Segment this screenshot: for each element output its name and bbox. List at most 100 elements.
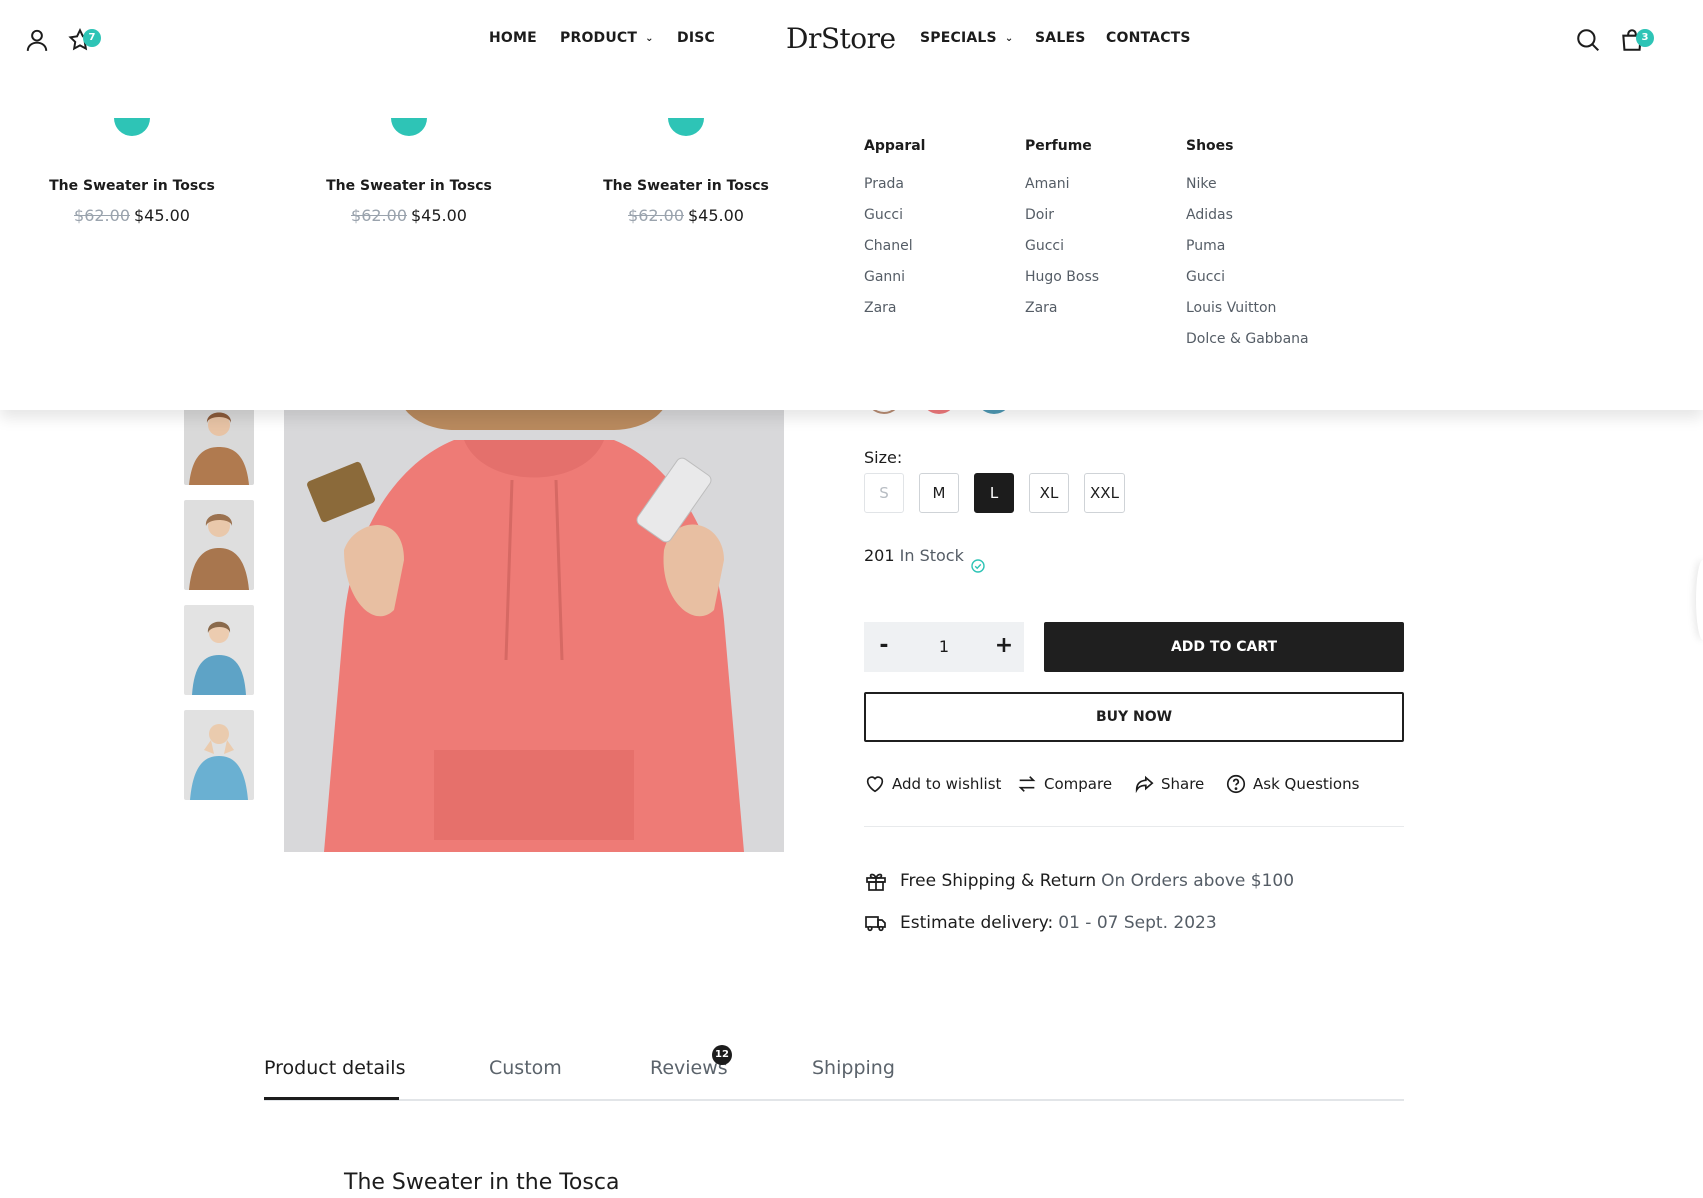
tabs-baseline (264, 1099, 1404, 1101)
compare-label: Compare (1044, 775, 1113, 793)
stock-status: 201 In Stock (864, 546, 964, 565)
tab-custom[interactable]: Custom (489, 1057, 562, 1079)
mega-column-heading: Perfume (1025, 138, 1092, 154)
product-thumbnail-edge (391, 118, 427, 136)
quantity-increase-button[interactable]: + (984, 622, 1024, 672)
ask-questions-label: Ask Questions (1253, 775, 1360, 793)
current-price: $45.00 (411, 206, 467, 225)
site-logo[interactable]: DrStore (786, 22, 896, 55)
product-thumbnail-edge (114, 118, 150, 136)
ask-questions-link[interactable]: Ask Questions (1225, 772, 1359, 796)
estimate-delivery-dates: 01 - 07 Sept. 2023 (1058, 913, 1217, 933)
tab-product-details[interactable]: Product details (264, 1057, 405, 1079)
mega-column-heading: Shoes (1186, 138, 1234, 154)
thumbnail-image (184, 710, 254, 800)
quantity-value[interactable]: 1 (904, 622, 984, 672)
truck-icon (865, 916, 886, 932)
mega-link[interactable]: Amani (1025, 174, 1099, 205)
search-icon[interactable] (1575, 27, 1601, 53)
nav-home[interactable]: HOME (489, 30, 537, 46)
user-icon[interactable] (24, 27, 50, 53)
site-header: 7 HOME PRODUCT ⌄ DISC DrStore SPECIALS ⌄ S… (0, 0, 1703, 78)
mega-product-price: $62.00 $45.00 (566, 206, 806, 225)
tab-shipping[interactable]: Shipping (812, 1057, 895, 1079)
question-circle-icon (1226, 774, 1246, 794)
mega-link[interactable]: Puma (1186, 236, 1309, 267)
wishlist-label: Add to wishlist (892, 775, 1002, 793)
mega-product-title[interactable]: The Sweater in Toscs (566, 178, 806, 194)
nav-specials-label: SPECIALS (920, 30, 997, 46)
free-shipping-label: Free Shipping & Return (900, 871, 1097, 891)
product-details-heading: The Sweater in the Tosca (344, 1170, 620, 1195)
mega-link[interactable]: Adidas (1186, 205, 1309, 236)
check-circle-icon (971, 559, 985, 573)
chevron-down-icon: ⌄ (1004, 33, 1014, 44)
wishlist-count-badge: 7 (83, 29, 101, 47)
mega-link[interactable]: Prada (864, 174, 925, 205)
mega-link[interactable]: Hugo Boss (1025, 267, 1099, 298)
buy-now-button[interactable]: BUY NOW (864, 692, 1404, 742)
heart-icon (866, 776, 884, 793)
nav-specials[interactable]: SPECIALS ⌄ (920, 30, 1013, 46)
chevron-down-icon: ⌄ (645, 33, 654, 44)
mega-link[interactable]: Zara (864, 298, 925, 329)
mega-link[interactable]: Gucci (1186, 267, 1309, 298)
mega-link[interactable]: Gucci (864, 205, 925, 236)
mega-link[interactable]: Doir (1025, 205, 1099, 236)
mega-column-heading: Apparal (864, 138, 926, 154)
quantity-decrease-button[interactable]: - (864, 622, 904, 672)
mega-link[interactable]: Louis Vuitton (1186, 298, 1309, 329)
size-option-l[interactable]: L (974, 473, 1014, 513)
share-label: Share (1161, 775, 1205, 793)
nav-product-label: PRODUCT (560, 30, 638, 46)
old-price: $62.00 (628, 206, 684, 225)
product-thumbnail-edge (668, 118, 704, 136)
mega-link[interactable]: Chanel (864, 236, 925, 267)
mega-link[interactable]: Nike (1186, 174, 1309, 205)
reviews-count-badge: 12 (712, 1045, 732, 1065)
old-price: $62.00 (74, 206, 130, 225)
product-thumbnail[interactable] (184, 605, 254, 695)
mega-link[interactable]: Dolce & Gabbana (1186, 329, 1309, 360)
divider (864, 826, 1404, 827)
product-thumbnail[interactable] (184, 710, 254, 800)
mega-product-price: $62.00 $45.00 (289, 206, 529, 225)
mega-link[interactable]: Zara (1025, 298, 1099, 329)
floating-widget-edge (1696, 560, 1703, 640)
size-option-m[interactable]: M (919, 473, 959, 513)
free-shipping-note: On Orders above $100 (1101, 871, 1295, 891)
mega-link[interactable]: Gucci (1025, 236, 1099, 267)
size-option-xxl[interactable]: XXL (1084, 473, 1125, 513)
thumbnail-image (184, 500, 254, 590)
mega-product-title[interactable]: The Sweater in Toscs (289, 178, 529, 194)
product-photo (284, 370, 784, 852)
size-option-xl[interactable]: XL (1029, 473, 1069, 513)
share-icon (1135, 775, 1154, 794)
nav-contacts[interactable]: CONTACTS (1106, 30, 1191, 46)
add-to-wishlist-link[interactable]: Add to wishlist (864, 772, 1001, 796)
nav-disc[interactable]: DISC (677, 30, 715, 46)
mega-product-price: $62.00 $45.00 (12, 206, 252, 225)
nav-product[interactable]: PRODUCT ⌄ (560, 30, 654, 46)
compare-icon (1018, 776, 1036, 792)
stock-text: In Stock (899, 546, 964, 565)
add-to-cart-button[interactable]: ADD TO CART (1044, 622, 1404, 672)
cart-count-badge: 3 (1636, 29, 1654, 47)
nav-sales[interactable]: SALES (1035, 30, 1086, 46)
mega-product-title[interactable]: The Sweater in Toscs (12, 178, 252, 194)
mega-column-perfume: Perfume Amani Doir Gucci Hugo Boss Zara (1025, 138, 1099, 329)
mega-column-shoes: Shoes Nike Adidas Puma Gucci Louis Vuitt… (1186, 138, 1309, 360)
stock-count: 201 (864, 546, 895, 565)
free-shipping-info: Free Shipping & Return On Orders above $… (864, 869, 1294, 893)
estimate-delivery-label: Estimate delivery: (900, 913, 1054, 933)
size-option-s[interactable]: S (864, 473, 904, 513)
current-price: $45.00 (134, 206, 190, 225)
active-tab-indicator (264, 1097, 399, 1100)
mega-link[interactable]: Ganni (864, 267, 925, 298)
compare-link[interactable]: Compare (1016, 772, 1112, 796)
share-link[interactable]: Share (1133, 772, 1204, 796)
product-thumbnail[interactable] (184, 500, 254, 590)
estimate-delivery-info: Estimate delivery: 01 - 07 Sept. 2023 (864, 911, 1217, 935)
mega-column-apparal: Apparal Prada Gucci Chanel Ganni Zara (864, 138, 925, 329)
product-main-image[interactable] (284, 370, 784, 852)
